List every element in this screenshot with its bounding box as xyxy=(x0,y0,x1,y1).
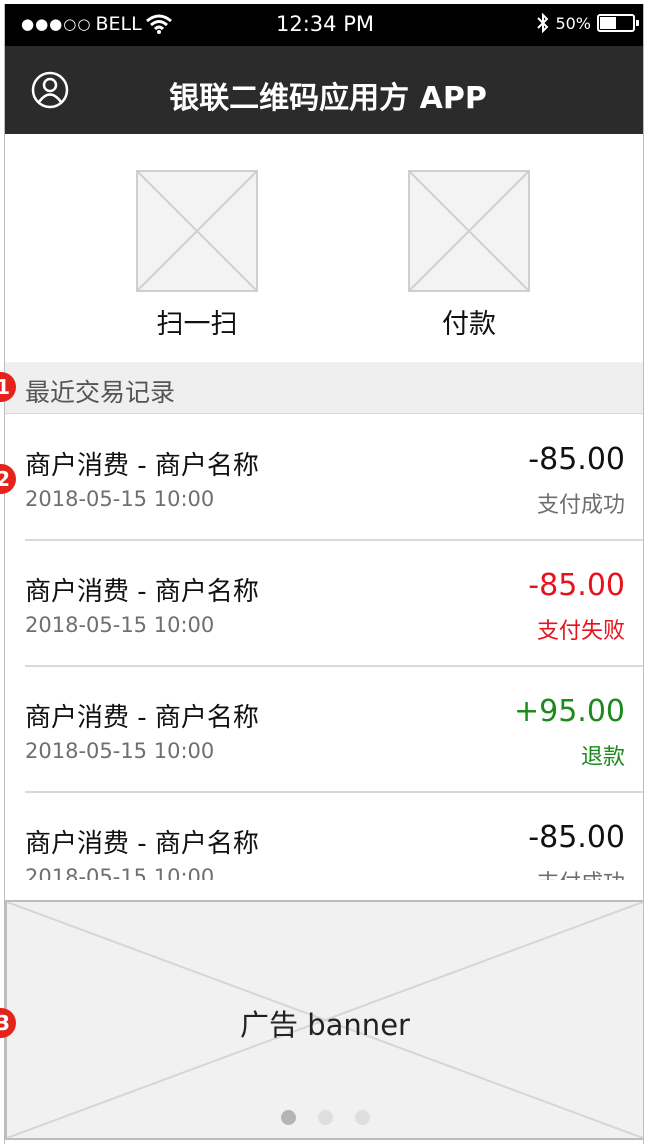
battery-icon xyxy=(597,14,639,32)
page-title: 银联二维码应用方 APP xyxy=(169,81,487,116)
transaction-row[interactable]: 商户消费 - 商户名称 2018-05-15 10:00 -85.00 支付成功 xyxy=(5,415,643,541)
scan-button[interactable]: 扫一扫 xyxy=(136,170,258,341)
transaction-amount: -85.00 xyxy=(528,568,625,603)
transaction-row[interactable]: 商户消费 - 商户名称 2018-05-15 10:00 -85.00 支付成功 xyxy=(5,793,643,880)
transaction-amount: +95.00 xyxy=(513,694,625,729)
transaction-name: 商户消费 - 商户名称 xyxy=(25,451,259,481)
quick-actions: 扫一扫 付款 xyxy=(5,134,643,362)
transaction-name: 商户消费 - 商户名称 xyxy=(25,829,259,859)
pay-image-placeholder xyxy=(408,170,530,292)
pager-dot[interactable] xyxy=(354,1110,370,1125)
transaction-status: 支付失败 xyxy=(536,619,625,644)
battery-fill xyxy=(600,17,616,29)
transaction-date: 2018-05-15 10:00 xyxy=(25,487,215,511)
pager-dot[interactable] xyxy=(280,1110,296,1125)
transaction-date: 2018-05-15 10:00 xyxy=(25,739,215,763)
scan-label: 扫一扫 xyxy=(156,309,238,340)
phone-screen: ●●●○○ BELL 12:34 PM 50% 银联二维码应用方 APP 扫一扫… xyxy=(4,4,644,1144)
transaction-date: 2018-05-15 10:00 xyxy=(25,865,215,880)
pager-dot[interactable] xyxy=(317,1110,333,1125)
status-bar: ●●●○○ BELL 12:34 PM 50% xyxy=(5,4,643,46)
banner-pager xyxy=(7,1110,643,1125)
transaction-status: 支付成功 xyxy=(536,493,625,518)
transaction-name: 商户消费 - 商户名称 xyxy=(25,577,259,607)
bluetooth-icon xyxy=(537,13,549,33)
transaction-amount: -85.00 xyxy=(528,442,625,477)
recent-transactions-header: 最近交易记录 xyxy=(5,362,643,414)
battery-percent: 50% xyxy=(555,13,591,33)
section-title: 最近交易记录 xyxy=(25,378,176,407)
nav-bar: 银联二维码应用方 APP xyxy=(5,46,643,134)
status-right: 50% xyxy=(537,13,639,33)
transaction-name: 商户消费 - 商户名称 xyxy=(25,703,259,733)
ad-banner[interactable]: 广告 banner xyxy=(5,900,643,1140)
transaction-row[interactable]: 商户消费 - 商户名称 2018-05-15 10:00 +95.00 退款 xyxy=(5,667,643,793)
pay-label: 付款 xyxy=(442,309,496,340)
transaction-list[interactable]: 商户消费 - 商户名称 2018-05-15 10:00 -85.00 支付成功… xyxy=(5,415,643,880)
transaction-row[interactable]: 商户消费 - 商户名称 2018-05-15 10:00 -85.00 支付失败 xyxy=(5,541,643,667)
scan-image-placeholder xyxy=(136,170,258,292)
pay-button[interactable]: 付款 xyxy=(408,170,530,341)
transaction-status: 支付成功 xyxy=(537,865,625,880)
banner-text: 广告 banner xyxy=(240,1008,410,1042)
transaction-amount: -85.00 xyxy=(528,820,625,855)
transaction-status: 退款 xyxy=(580,745,625,770)
transaction-date: 2018-05-15 10:00 xyxy=(25,613,215,637)
